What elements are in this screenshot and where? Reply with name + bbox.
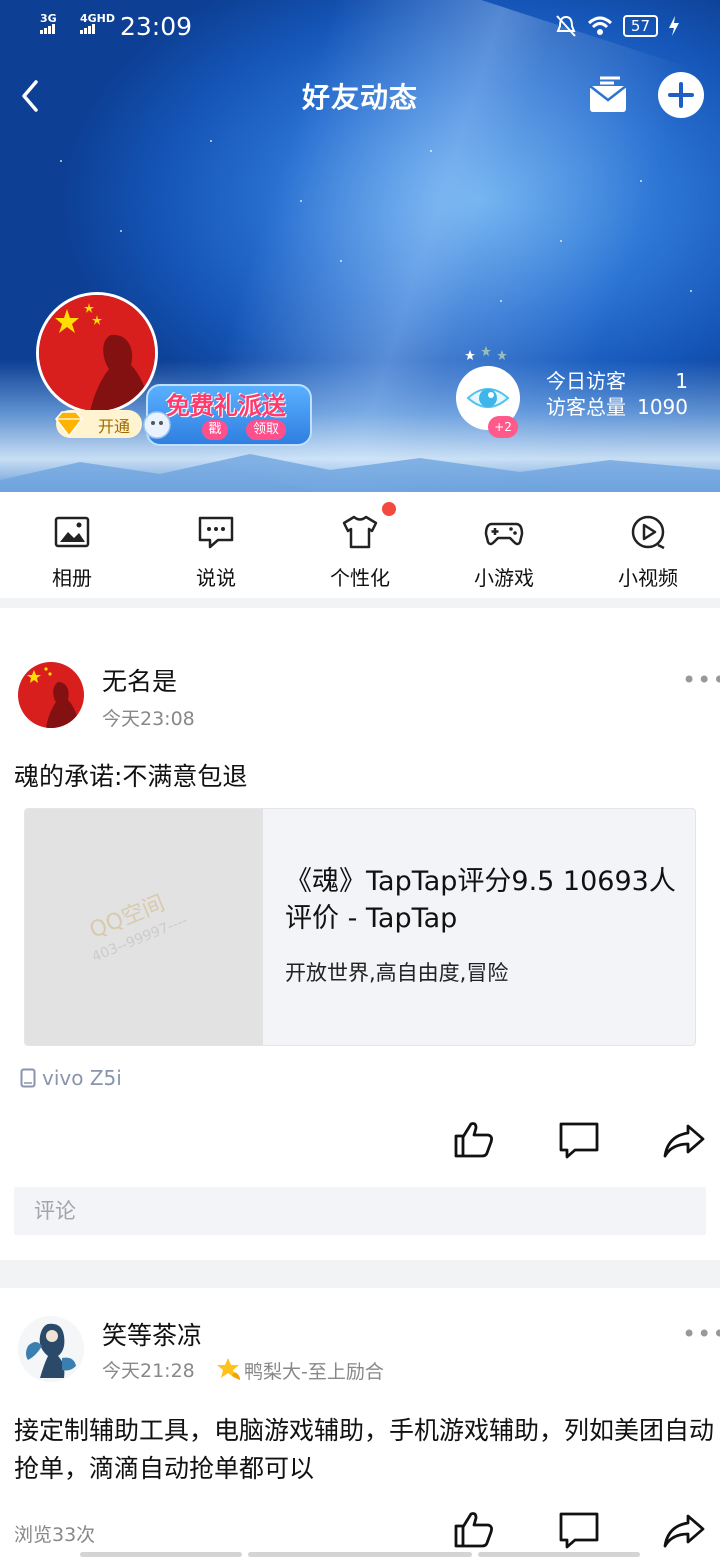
avatar-image xyxy=(18,1316,84,1382)
view-count: 浏览33次 xyxy=(14,1524,96,1546)
nav-item-personalize[interactable]: 个性化 xyxy=(288,492,432,598)
shared-link-card[interactable]: QQ空间 403--99997---- 《魂》TapTap评分9.5 10693… xyxy=(24,808,696,1046)
like-icon[interactable] xyxy=(452,1508,496,1552)
image-strip-hint xyxy=(80,1552,242,1557)
nav-label-shuoshuo: 说说 xyxy=(196,566,236,590)
gamepad-icon xyxy=(484,522,524,546)
nav-label-personalize: 个性化 xyxy=(330,566,390,590)
mailbox-icon[interactable] xyxy=(586,74,630,114)
more-options-icon[interactable]: ••• xyxy=(682,666,720,694)
mountain-silhouette xyxy=(0,454,720,492)
link-subtitle: 开放世界,高自由度,冒险 xyxy=(285,961,509,985)
more-options-icon[interactable]: ••• xyxy=(682,1320,720,1348)
comment-input[interactable]: 评论 xyxy=(14,1187,706,1235)
post-time: 今天21:28 xyxy=(102,1360,195,1382)
profile-header: 3G 4GHD 23:09 57 好友动态 开通 免费礼派送 戳 领取 +2 今… xyxy=(0,0,720,492)
nav-label-shortvideo: 小视频 xyxy=(618,566,678,590)
gift-claim-button[interactable]: 领取 xyxy=(246,420,286,440)
nav-item-shortvideo[interactable]: 小视频 xyxy=(576,492,720,598)
visitor-stars-icon xyxy=(465,346,507,360)
top-bar: 好友动态 xyxy=(0,66,720,126)
battery-indicator: 57 xyxy=(622,15,658,37)
signal-indicator-2: 4GHD xyxy=(80,13,115,34)
post-text: 魂的承诺:不满意包退 xyxy=(14,762,248,791)
nav-item-album[interactable]: 相册 xyxy=(0,492,144,598)
add-button[interactable] xyxy=(658,72,704,118)
visitors-today-value: 1 xyxy=(675,369,688,393)
visitors-total-value: 1090 xyxy=(637,395,688,419)
visitor-stats[interactable]: 今日访客 1 访客总量 1090 xyxy=(546,368,688,420)
profile-avatar[interactable] xyxy=(36,292,158,414)
comment-icon[interactable] xyxy=(557,1118,601,1162)
link-title: 《魂》TapTap评分9.5 10693人评价 - TapTap xyxy=(285,866,676,934)
star-badge-icon xyxy=(217,1358,240,1380)
notification-dot xyxy=(382,502,396,516)
chat-bubble-icon xyxy=(198,516,234,549)
post-author-name[interactable]: 笑等茶凉 xyxy=(102,1316,202,1352)
visitors-today-label: 今日访客 xyxy=(546,369,626,393)
nav-item-shuoshuo[interactable]: 说说 xyxy=(144,492,288,598)
visitors-total-label: 访客总量 xyxy=(546,395,626,419)
share-icon[interactable] xyxy=(662,1118,706,1162)
post-time: 今天23:08 xyxy=(102,708,195,730)
post-author-avatar[interactable] xyxy=(18,1316,84,1382)
section-divider xyxy=(0,598,720,608)
video-play-icon xyxy=(631,515,665,550)
section-divider xyxy=(0,1260,720,1288)
post-author-avatar[interactable] xyxy=(18,662,84,728)
signal-indicator-1: 3G xyxy=(40,13,57,34)
gift-title: 免费礼派送 xyxy=(166,392,286,420)
feature-nav: 相册 说说 个性化 小游戏 小视频 xyxy=(0,492,720,598)
plus-icon xyxy=(668,82,694,108)
nav-item-minigame[interactable]: 小游戏 xyxy=(432,492,576,598)
post-text: 接定制辅助工具，电脑游戏辅助，手机游戏辅助，列如美团自动抢单，滴滴自动抢单都可以 xyxy=(14,1416,715,1483)
visitor-count-badge: +2 xyxy=(488,416,518,438)
charging-icon xyxy=(669,16,679,36)
status-bar: 3G 4GHD 23:09 57 xyxy=(0,12,720,44)
gift-poke-button[interactable]: 戳 xyxy=(202,420,228,440)
comment-icon[interactable] xyxy=(557,1508,601,1552)
link-thumbnail: QQ空间 403--99997---- xyxy=(25,809,263,1045)
wifi-icon xyxy=(587,16,612,35)
post-author-name[interactable]: 无名是 xyxy=(102,662,177,698)
like-icon[interactable] xyxy=(452,1118,496,1162)
tshirt-icon xyxy=(342,515,378,549)
image-strip-hint xyxy=(478,1552,640,1557)
nav-label-album: 相册 xyxy=(52,566,92,590)
share-icon[interactable] xyxy=(662,1508,706,1552)
photo-album-icon xyxy=(54,516,90,548)
phone-icon xyxy=(20,1068,36,1088)
avatar-image xyxy=(18,662,84,728)
diamond-icon xyxy=(55,411,83,438)
image-strip-hint xyxy=(248,1552,472,1557)
mute-bell-icon xyxy=(556,15,576,37)
nav-label-minigame: 小游戏 xyxy=(474,566,534,590)
status-time: 23:09 xyxy=(120,12,193,41)
post-device: vivo Z5i xyxy=(20,1066,122,1090)
vip-label: 开通 xyxy=(98,417,131,436)
device-name: vivo Z5i xyxy=(42,1066,122,1090)
user-badge-text[interactable]: 鸭梨大-至上励合 xyxy=(244,1357,384,1384)
